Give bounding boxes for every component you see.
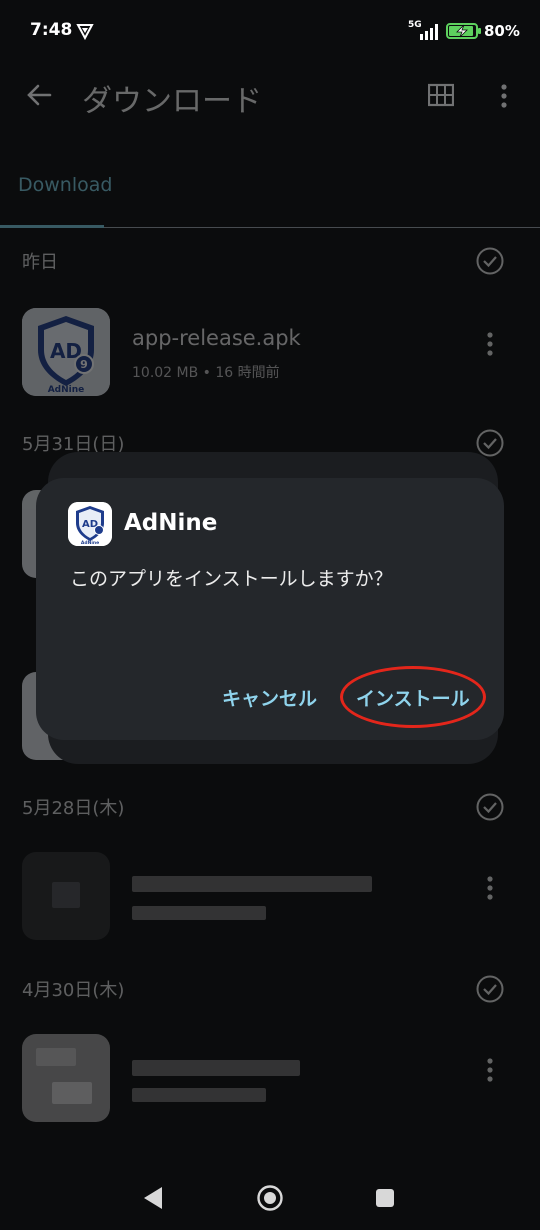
file-more-icon[interactable] — [482, 874, 498, 902]
dialog-message: このアプリをインストールしますか？ — [70, 568, 393, 590]
dialog-title: AdNine — [124, 510, 218, 536]
status-time: 7:48 — [30, 20, 73, 40]
file-name: app-release.apk — [132, 326, 301, 350]
tab-bar: Download — [0, 152, 540, 228]
redacted-file-meta — [132, 906, 266, 920]
nav-recents-icon[interactable] — [374, 1187, 396, 1209]
file-row[interactable] — [0, 852, 540, 948]
file-meta: 10.02 MB • 16 時間前 — [132, 365, 280, 381]
back-arrow-icon[interactable] — [24, 80, 54, 110]
logo-badge: 9 — [80, 358, 88, 371]
grid-view-icon[interactable] — [428, 82, 454, 108]
adnine-app-icon: AD AdNine — [68, 502, 112, 546]
file-more-icon[interactable] — [482, 330, 498, 358]
signal-icon: 5G — [408, 20, 440, 40]
logo-caption: AdNine — [48, 385, 85, 395]
tab-download[interactable]: Download — [18, 174, 112, 196]
select-all-check-icon[interactable] — [475, 974, 505, 1004]
vpn-icon — [76, 24, 94, 40]
select-all-check-icon[interactable] — [475, 246, 505, 276]
app-bar: ダウンロード — [0, 62, 540, 132]
redacted-file-meta — [132, 1088, 266, 1102]
section-header-apr30: 4月30日(木) — [22, 980, 125, 1001]
file-row[interactable]: AD 9 AdNine app-release.apk 10.02 MB • 1… — [0, 308, 540, 404]
file-thumbnail — [22, 1034, 110, 1122]
section-header-may28: 5月28日(木) — [22, 798, 125, 819]
file-more-icon[interactable] — [482, 1056, 498, 1084]
file-row[interactable] — [0, 1034, 540, 1130]
nav-home-icon[interactable] — [256, 1184, 284, 1212]
status-bar: 7:48 5G 80% — [0, 0, 540, 62]
select-all-check-icon[interactable] — [475, 792, 505, 822]
tab-indicator — [0, 225, 104, 228]
battery-charging-icon — [446, 23, 481, 39]
redacted-file-name — [132, 876, 372, 892]
highlight-annotation-circle — [340, 666, 486, 728]
page-title: ダウンロード — [82, 84, 262, 119]
section-header-yesterday: 昨日 — [22, 252, 58, 273]
cancel-button[interactable]: キャンセル — [222, 684, 317, 711]
more-options-icon[interactable] — [496, 82, 512, 110]
apk-app-icon: AD 9 AdNine — [22, 308, 110, 396]
battery-percentage: 80% — [484, 22, 520, 40]
screen: 7:48 5G 80% ダウンロード Download 昨日 AD 9 AdNi… — [0, 0, 540, 1230]
nav-back-icon[interactable] — [140, 1184, 166, 1212]
file-thumbnail — [22, 852, 110, 940]
redacted-file-name — [132, 1060, 300, 1076]
logo-caption: AdNine — [81, 540, 99, 546]
